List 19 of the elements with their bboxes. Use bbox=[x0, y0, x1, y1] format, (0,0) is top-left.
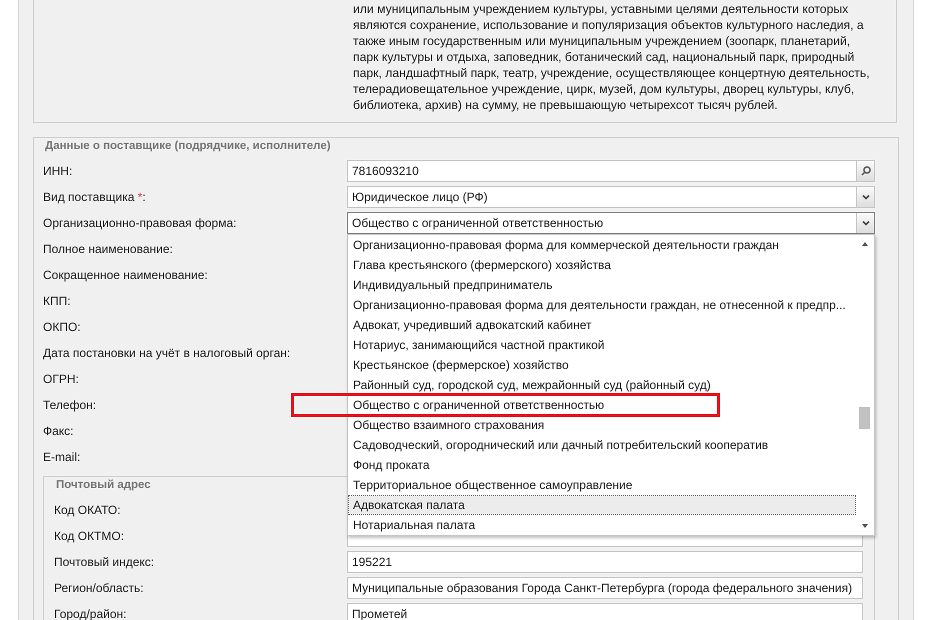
field-label: Код ОКТМО: bbox=[54, 529, 126, 543]
field-label: ОКПО: bbox=[43, 320, 82, 334]
field-label: Регион/область: bbox=[54, 581, 145, 595]
field-label: Телефон: bbox=[43, 398, 98, 412]
field-label: Вид поставщика *: bbox=[43, 190, 147, 204]
field-label: Код ОКАТО: bbox=[54, 503, 122, 517]
field-label: Дата постановки на учёт в налоговый орган: bbox=[43, 346, 292, 360]
field-label: Факс: bbox=[43, 424, 75, 438]
field-label: Сокращенное наименование: bbox=[43, 268, 209, 282]
field-label: E-mail: bbox=[43, 450, 82, 464]
notice-text: или муниципальным учреждением культуры, уставными целями деятельности которых являются сохранение, использование и популяризация объектов культурного наследия, а также иным государственным или муниципальным учреждением (зоопарк, планетарий, парк культуры и отдыха, заповедник, ботанический сад, национальный парк, природный парк, ландшафтный парк, театр, учреждение, осуществляющее концертную деятельность, телерадиовещательное учреждение, цирк, музей, дом культуры, дворец культуры, клуб, библиотека, архив) на сумму, не превышающую четырехсот тысяч рублей. bbox=[353, 1, 871, 113]
field-label: Полное наименование: bbox=[43, 242, 174, 256]
field-label: Почтовый индекс: bbox=[54, 555, 156, 569]
field-label: Организационно-правовая форма: bbox=[43, 216, 238, 230]
fieldset-legend: Данные о поставщике (подрядчике, исполнителе) bbox=[43, 140, 333, 152]
field-label: КПП: bbox=[43, 294, 72, 308]
field-label: ИНН: bbox=[43, 164, 74, 178]
fieldset-legend: Почтовый адрес bbox=[54, 479, 153, 491]
field-label: ОГРН: bbox=[43, 372, 80, 386]
